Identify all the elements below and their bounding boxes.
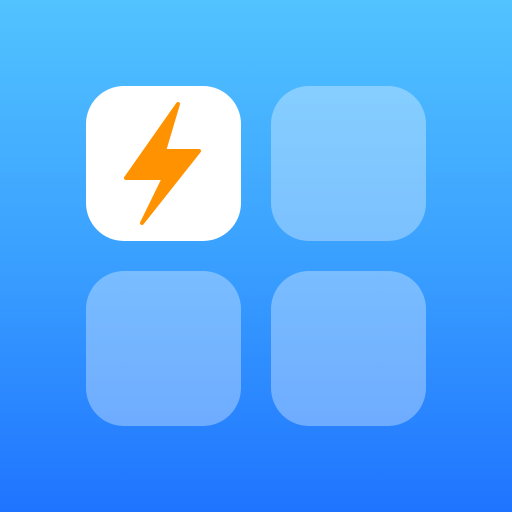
lightning-bolt-icon [124, 102, 201, 225]
empty-tile [271, 86, 426, 241]
active-tile [86, 86, 241, 241]
empty-tile [86, 271, 241, 426]
empty-tile [271, 271, 426, 426]
app-icon-background [0, 0, 512, 512]
